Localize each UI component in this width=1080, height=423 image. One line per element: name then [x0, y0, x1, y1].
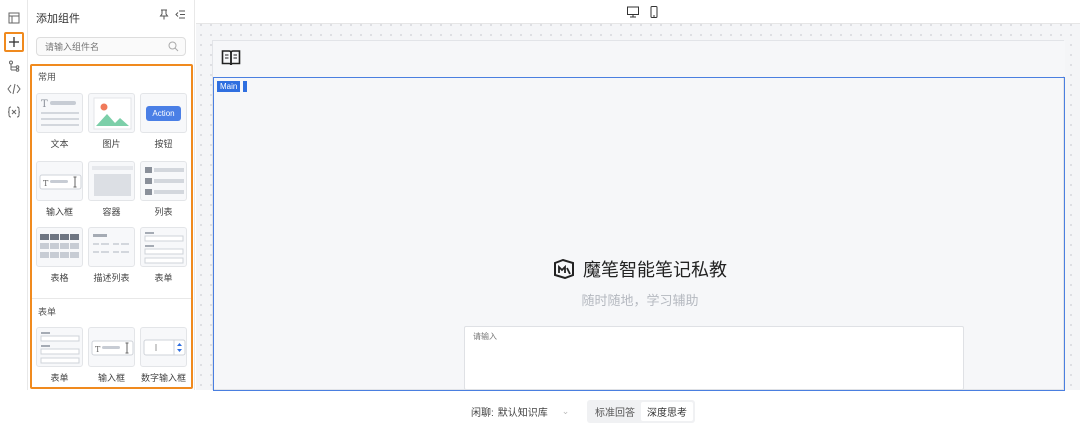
component-label: 输入框 — [45, 207, 73, 217]
action-label: Action — [146, 105, 181, 121]
drag-handle[interactable] — [243, 81, 247, 92]
component-panel: 添加组件 常用 T 文本 图片 Action — [28, 0, 195, 390]
component-input[interactable]: T 输入框 — [36, 161, 83, 218]
component-label: 图片 — [102, 139, 121, 149]
form-component-icon — [36, 327, 83, 367]
section-title-common: 常用 — [38, 72, 57, 82]
left-rail — [0, 0, 28, 390]
search-icon — [168, 41, 179, 52]
collapse-icon[interactable] — [175, 9, 186, 23]
component-table[interactable]: 表格 — [36, 227, 83, 284]
component-input-2[interactable]: T 输入框 — [88, 327, 135, 384]
chat-input-box[interactable] — [464, 326, 964, 390]
variable-icon[interactable] — [4, 102, 24, 122]
mode-deep-thinking[interactable]: 深度思考 — [641, 402, 693, 421]
list-component-icon — [140, 161, 187, 201]
component-form-2[interactable]: 表单 — [36, 327, 83, 384]
svg-text:T: T — [41, 99, 48, 110]
panel-title: 添加组件 — [36, 13, 80, 25]
kb-prefix: 闲聊: — [471, 408, 494, 419]
pin-icon[interactable] — [159, 9, 169, 23]
device-toolbar — [196, 0, 1080, 24]
svg-text:T: T — [43, 179, 49, 188]
brand-header: 魔笔智能笔记私教 — [214, 256, 1066, 282]
component-label: 表单 — [50, 373, 69, 383]
knowledge-base-select[interactable]: 闲聊: 默认知识库 ⌄ — [471, 404, 581, 419]
image-component-icon — [88, 93, 135, 133]
component-button[interactable]: Action 按钮 — [140, 93, 187, 150]
number-input-component-icon — [140, 327, 187, 367]
brand-title: 魔笔智能笔记私教 — [583, 260, 727, 280]
kb-value: 默认知识库 — [497, 408, 548, 419]
container-component-icon — [88, 161, 135, 201]
desktop-icon[interactable] — [626, 5, 640, 19]
component-label: 表单 — [154, 273, 173, 283]
main-tag[interactable]: Main — [217, 81, 241, 92]
component-number-input[interactable]: 数字输入框 — [140, 327, 187, 384]
input-component-icon: T — [88, 327, 135, 367]
component-label: 描述列表 — [93, 273, 130, 283]
main-container[interactable]: Main 魔笔智能笔记私教 随时随地，学习辅助 闲聊: 默认知识库 ⌄ — [213, 77, 1066, 423]
brand-logo-icon — [554, 259, 574, 279]
component-list-item[interactable]: 列表 — [140, 161, 187, 218]
code-icon[interactable] — [4, 79, 24, 99]
table-component-icon — [36, 227, 83, 267]
tree-icon[interactable] — [4, 56, 24, 76]
component-label: 列表 — [154, 207, 173, 217]
component-label: 文本 — [50, 139, 69, 149]
section-title-form: 表单 — [38, 307, 57, 317]
component-search[interactable] — [36, 37, 186, 56]
component-label: 按钮 — [154, 139, 173, 149]
chat-input[interactable] — [465, 327, 963, 389]
component-container[interactable]: 容器 — [88, 161, 135, 218]
book-icon — [221, 50, 241, 66]
component-label: 表格 — [50, 273, 69, 283]
form-component-icon — [140, 227, 187, 267]
input-component-icon: T — [36, 161, 83, 201]
component-list: 常用 T 文本 图片 Action 按钮 T 输入框 容器 列表 表格 描述列表… — [30, 64, 193, 389]
mode-standard[interactable]: 标准回答 — [589, 402, 641, 421]
editor-canvas[interactable]: Main 魔笔智能笔记私教 随时随地，学习辅助 闲聊: 默认知识库 ⌄ — [196, 0, 1080, 423]
text-component-icon: T — [36, 93, 83, 133]
chat-options-bar: 闲聊: 默认知识库 ⌄ 标准回答 深度思考 — [471, 400, 695, 423]
svg-text:T: T — [95, 345, 101, 354]
answer-mode-toggle[interactable]: 标准回答 深度思考 — [587, 400, 695, 423]
section-divider — [32, 298, 191, 299]
button-component-icon: Action — [140, 93, 187, 133]
page-preview[interactable]: Main 魔笔智能笔记私教 随时随地，学习辅助 闲聊: 默认知识库 ⌄ — [212, 40, 1066, 423]
component-text[interactable]: T 文本 — [36, 93, 83, 150]
add-component-icon[interactable] — [4, 32, 24, 52]
description-list-component-icon — [88, 227, 135, 267]
brand-subtitle: 随时随地，学习辅助 — [581, 293, 699, 308]
component-label: 数字输入框 — [140, 373, 186, 383]
component-label: 容器 — [102, 207, 121, 217]
component-image[interactable]: 图片 — [88, 93, 135, 150]
component-description-list[interactable]: 描述列表 — [88, 227, 135, 284]
chevron-down-icon: ⌄ — [561, 406, 570, 416]
component-form[interactable]: 表单 — [140, 227, 187, 284]
layout-icon[interactable] — [4, 8, 24, 28]
component-label: 输入框 — [97, 373, 125, 383]
mobile-icon[interactable] — [647, 5, 661, 19]
search-input[interactable] — [37, 38, 157, 55]
page-header — [213, 41, 1065, 76]
